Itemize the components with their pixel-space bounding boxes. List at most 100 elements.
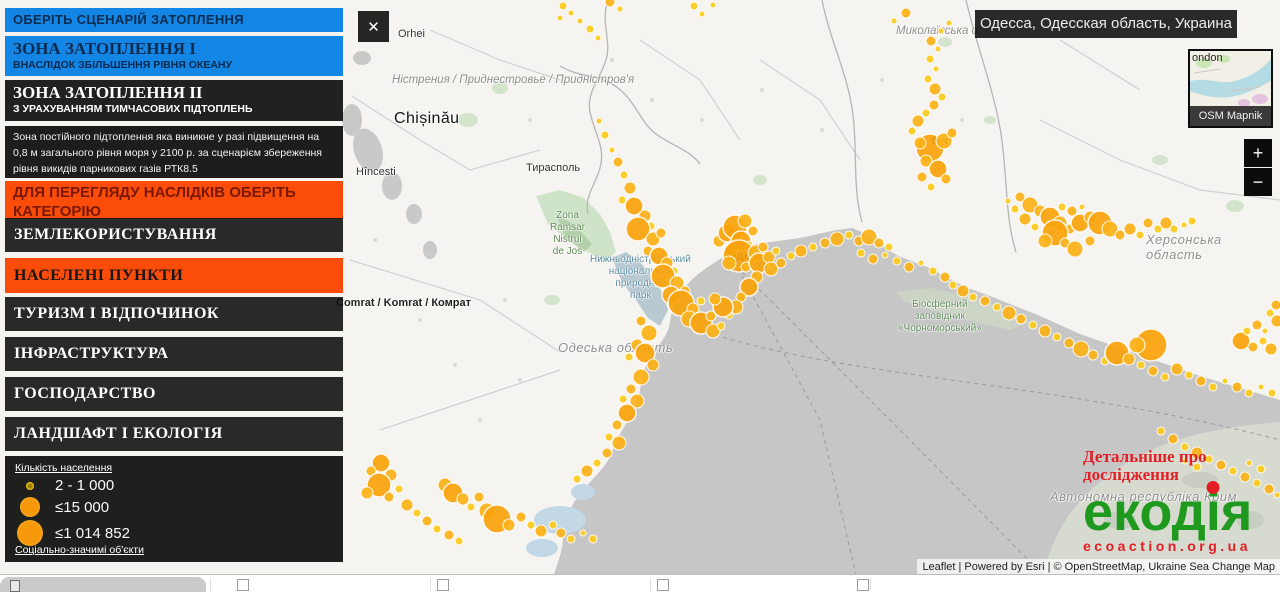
population-marker[interactable] bbox=[1129, 337, 1145, 353]
population-marker[interactable] bbox=[935, 46, 941, 52]
population-marker[interactable] bbox=[697, 297, 705, 305]
population-marker[interactable] bbox=[474, 492, 484, 502]
population-marker[interactable] bbox=[593, 459, 601, 467]
population-marker[interactable] bbox=[586, 25, 594, 33]
population-marker[interactable] bbox=[1011, 205, 1019, 213]
population-marker[interactable] bbox=[1124, 223, 1136, 235]
tab-favicon-icon[interactable] bbox=[237, 579, 249, 591]
population-marker[interactable] bbox=[929, 267, 937, 275]
population-marker[interactable] bbox=[444, 530, 454, 540]
population-marker[interactable] bbox=[1171, 363, 1183, 375]
population-marker[interactable] bbox=[1143, 218, 1153, 228]
population-marker[interactable] bbox=[625, 353, 633, 361]
category-infrastructure[interactable]: ІНФРАСТРУКТУРА bbox=[5, 337, 343, 371]
population-marker[interactable] bbox=[516, 512, 526, 522]
population-marker[interactable] bbox=[922, 109, 930, 117]
population-marker[interactable] bbox=[1222, 378, 1228, 384]
close-button[interactable]: ✕ bbox=[358, 11, 389, 42]
population-marker[interactable] bbox=[914, 137, 926, 149]
population-marker[interactable] bbox=[917, 172, 927, 182]
population-marker[interactable] bbox=[933, 66, 939, 72]
population-marker[interactable] bbox=[605, 433, 613, 441]
population-marker[interactable] bbox=[605, 0, 615, 7]
population-marker[interactable] bbox=[938, 93, 946, 101]
population-marker[interactable] bbox=[940, 272, 950, 282]
population-marker[interactable] bbox=[467, 503, 475, 511]
zoom-in-button[interactable]: + bbox=[1244, 139, 1272, 167]
population-marker[interactable] bbox=[1185, 371, 1193, 379]
population-marker[interactable] bbox=[885, 243, 893, 251]
population-marker[interactable] bbox=[1161, 373, 1169, 381]
population-marker[interactable] bbox=[809, 243, 817, 251]
population-marker[interactable] bbox=[626, 384, 636, 394]
population-marker[interactable] bbox=[1232, 382, 1242, 392]
population-marker[interactable] bbox=[620, 171, 628, 179]
population-marker[interactable] bbox=[1137, 361, 1145, 369]
population-marker[interactable] bbox=[1016, 314, 1026, 324]
flood-zone-1-button[interactable]: ЗОНА ЗАТОПЛЕННЯ I ВНАСЛІДОК ЗБІЛЬШЕННЯ Р… bbox=[5, 36, 343, 76]
minimap-layer-switcher[interactable]: ondon OSM Mapnik bbox=[1188, 49, 1273, 128]
category-land-use[interactable]: ЗЕМЛЕКОРИСТУВАННЯ bbox=[5, 218, 343, 252]
population-marker[interactable] bbox=[602, 448, 612, 458]
population-marker[interactable] bbox=[595, 35, 601, 41]
population-marker[interactable] bbox=[1019, 213, 1031, 225]
flood-zone-2-button[interactable]: ЗОНА ЗАТОПЛЕННЯ II З УРАХУВАННЯМ ТИМЧАСО… bbox=[5, 80, 343, 121]
population-marker[interactable] bbox=[647, 359, 659, 371]
population-marker[interactable] bbox=[1123, 353, 1135, 365]
population-marker[interactable] bbox=[612, 436, 626, 450]
population-marker[interactable] bbox=[1170, 225, 1178, 233]
population-marker[interactable] bbox=[882, 252, 888, 258]
geocoder-result-bar[interactable]: Одесса, Одесская область, Украина bbox=[975, 10, 1237, 38]
population-marker[interactable] bbox=[957, 285, 969, 297]
population-marker[interactable] bbox=[845, 231, 853, 239]
population-marker[interactable] bbox=[601, 131, 609, 139]
population-marker[interactable] bbox=[567, 535, 575, 543]
population-marker[interactable] bbox=[624, 182, 636, 194]
population-marker[interactable] bbox=[1271, 315, 1280, 327]
population-marker[interactable] bbox=[581, 465, 593, 477]
population-marker[interactable] bbox=[422, 516, 432, 526]
population-marker[interactable] bbox=[549, 521, 557, 529]
population-marker[interactable] bbox=[993, 303, 1001, 311]
population-marker[interactable] bbox=[1058, 203, 1066, 211]
population-marker[interactable] bbox=[596, 118, 602, 124]
population-marker[interactable] bbox=[795, 245, 807, 257]
category-settlements[interactable]: НАСЕЛЕНІ ПУНКТИ bbox=[5, 258, 343, 293]
population-marker[interactable] bbox=[1053, 333, 1061, 341]
population-marker[interactable] bbox=[949, 281, 957, 289]
population-marker[interactable] bbox=[1258, 384, 1264, 390]
population-marker[interactable] bbox=[929, 83, 941, 95]
population-marker[interactable] bbox=[1157, 427, 1165, 435]
population-marker[interactable] bbox=[738, 214, 752, 228]
category-economy[interactable]: ГОСПОДАРСТВО bbox=[5, 377, 343, 411]
population-marker[interactable] bbox=[1262, 328, 1268, 334]
legend-footer-link[interactable]: Соціально-значимі об'єкти bbox=[15, 544, 144, 556]
population-marker[interactable] bbox=[776, 258, 786, 268]
population-marker[interactable] bbox=[901, 8, 911, 18]
population-marker[interactable] bbox=[609, 147, 615, 153]
population-marker[interactable] bbox=[641, 325, 657, 341]
category-tourism[interactable]: ТУРИЗМ І ВІДПОЧИНОК bbox=[5, 297, 343, 331]
population-marker[interactable] bbox=[1266, 309, 1274, 317]
population-marker[interactable] bbox=[433, 525, 441, 533]
population-marker[interactable] bbox=[613, 157, 623, 167]
population-marker[interactable] bbox=[633, 369, 649, 385]
ecoaction-url-link[interactable]: ecoaction.org.ua bbox=[1083, 538, 1280, 554]
population-marker[interactable] bbox=[1064, 338, 1074, 348]
population-marker[interactable] bbox=[1085, 236, 1095, 246]
population-marker[interactable] bbox=[1271, 300, 1280, 310]
tab-favicon-icon[interactable] bbox=[437, 579, 449, 591]
category-landscape-ecology[interactable]: ЛАНДШАФТ І ЕКОЛОГІЯ bbox=[5, 417, 343, 451]
population-marker[interactable] bbox=[926, 55, 934, 63]
population-marker[interactable] bbox=[980, 296, 990, 306]
population-marker[interactable] bbox=[1268, 389, 1276, 397]
tab-favicon-icon[interactable] bbox=[857, 579, 869, 591]
population-marker[interactable] bbox=[1029, 321, 1037, 329]
population-marker[interactable] bbox=[1038, 234, 1052, 248]
population-marker[interactable] bbox=[929, 100, 939, 110]
population-marker[interactable] bbox=[617, 6, 623, 12]
population-marker[interactable] bbox=[1031, 223, 1039, 231]
population-marker[interactable] bbox=[1115, 230, 1125, 240]
population-marker[interactable] bbox=[1252, 320, 1262, 330]
population-marker[interactable] bbox=[947, 128, 957, 138]
